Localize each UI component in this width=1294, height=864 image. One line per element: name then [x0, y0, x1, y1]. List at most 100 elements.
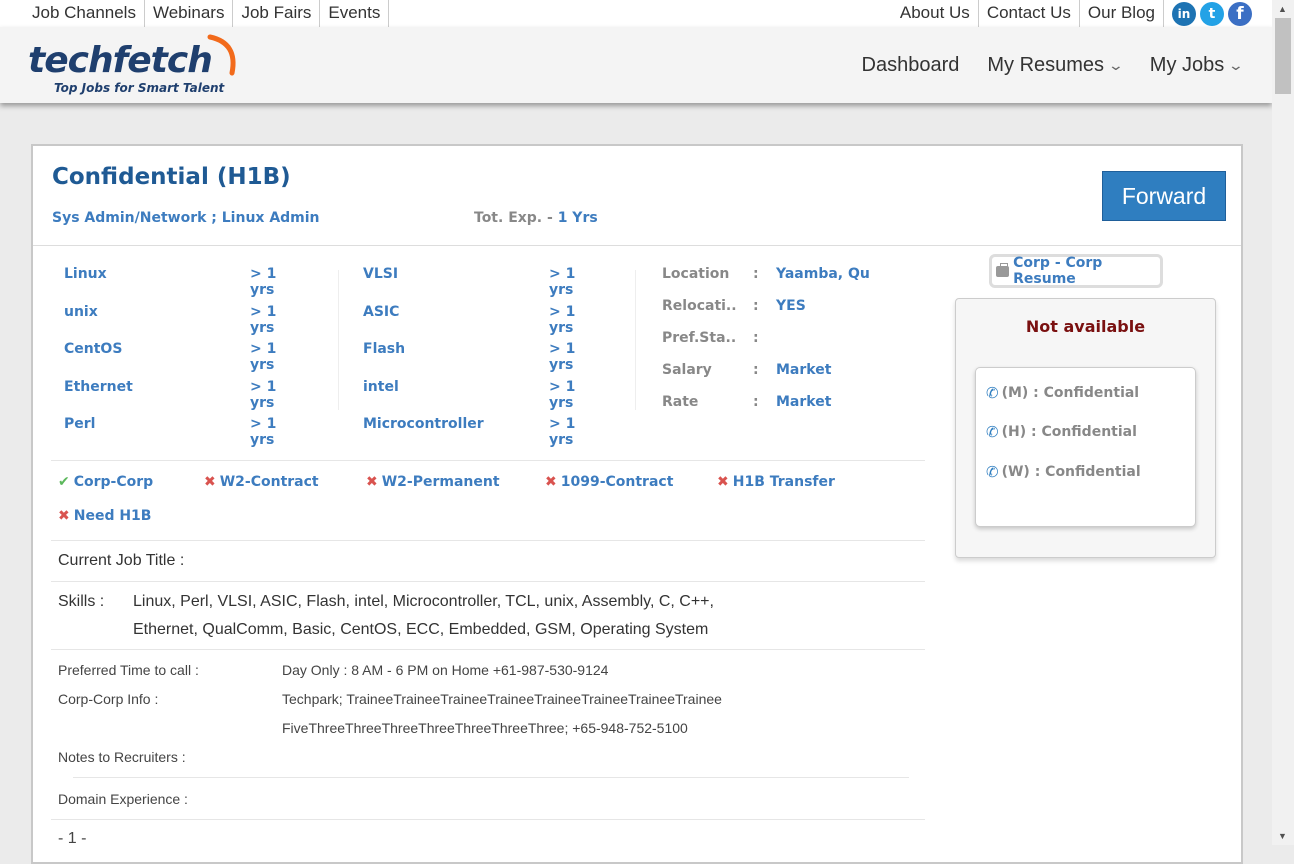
type-label: H1B Transfer — [732, 474, 835, 490]
skill-name: intel — [363, 378, 399, 395]
logo-swoosh-icon — [207, 34, 236, 76]
nav-my-resumes-label: My Resumes — [987, 54, 1105, 76]
divider — [51, 540, 925, 541]
job-fairs-link[interactable]: Job Fairs — [233, 0, 321, 27]
candidate-info: Location: Yaamba, Qu Relocati...: YES Pref… — [662, 266, 922, 426]
events-link[interactable]: Events — [320, 0, 390, 27]
skills-column-left: Linux > 1 yrs unix > 1 yrs CentOS > 1 yrs E… — [64, 266, 304, 454]
scroll-down-arrow-icon[interactable]: ▼ — [1278, 831, 1287, 841]
type-label: 1099-Contract — [560, 474, 674, 490]
corp-corp-resume-badge[interactable]: Corp - Corp Resume — [989, 254, 1163, 288]
column-divider — [635, 270, 636, 410]
notes-label: Notes to Recruiters : — [58, 749, 186, 765]
skill-row: ASIC > 1 yrs — [363, 304, 603, 342]
pref-time-value: Day Only : 8 AM - 6 PM on Home +61-987-5… — [282, 662, 609, 678]
type-corp-corp: ✔ Corp-Corp — [58, 474, 153, 490]
phone-work: ✆ (W) : Confidential — [986, 463, 1141, 481]
skill-row: unix > 1 yrs — [64, 304, 304, 342]
info-pref-state: Pref.Sta...: — [662, 330, 922, 362]
info-rate: Rate: Market — [662, 394, 922, 426]
divider — [51, 649, 925, 650]
skill-years: > 1 yrs — [250, 303, 277, 336]
type-label: Need H1B — [73, 508, 152, 524]
type-1099-contract: ✖ 1099-Contract — [545, 474, 673, 490]
chevron-down-icon: ⌄ — [1107, 57, 1125, 73]
nav-my-jobs[interactable]: My Jobs ⌄ — [1150, 54, 1245, 77]
check-icon: ✔ — [58, 474, 70, 490]
about-us-link[interactable]: About Us — [892, 0, 979, 27]
type-need-h1b: ✖ Need H1B — [58, 508, 151, 524]
skill-name: unix — [64, 303, 98, 320]
divider — [51, 460, 925, 461]
skill-name: Linux — [64, 266, 107, 282]
twitter-icon[interactable]: t — [1200, 2, 1224, 26]
corp-info-label: Corp-Corp Info : — [58, 691, 159, 707]
nav-dashboard-label: Dashboard — [861, 54, 960, 76]
skill-name: VLSI — [363, 266, 399, 282]
cross-icon: ✖ — [204, 474, 216, 490]
info-colon: : — [753, 362, 759, 378]
scroll-up-arrow-icon[interactable]: ▲ — [1278, 4, 1287, 14]
facebook-icon[interactable]: f — [1228, 2, 1252, 26]
skill-years: > 1 yrs — [250, 416, 277, 448]
phone-icon: ✆ — [986, 384, 999, 402]
techfetch-logo[interactable]: techfetch Top Jobs for Smart Talent — [28, 34, 236, 95]
forward-button[interactable]: Forward — [1102, 171, 1226, 221]
skill-row: VLSI > 1 yrs — [363, 266, 603, 304]
skill-years: > 1 yrs — [549, 378, 576, 411]
info-colon: : — [753, 298, 759, 314]
info-relocation: Relocati...: YES — [662, 298, 922, 330]
nav-dashboard[interactable]: Dashboard — [862, 54, 960, 77]
top-links-right: About Us Contact Us Our Blog in t f — [892, 0, 1252, 27]
total-experience: Tot. Exp. - 1 Yrs — [474, 210, 598, 226]
type-label: Corp-Corp — [73, 474, 154, 490]
skill-name: Flash — [363, 341, 406, 357]
info-colon: : — [753, 330, 759, 346]
total-experience-label: Tot. Exp. - — [474, 210, 558, 226]
skill-row: CentOS > 1 yrs — [64, 341, 304, 379]
cross-icon: ✖ — [545, 474, 557, 490]
skill-name: Ethernet — [64, 378, 133, 395]
linkedin-icon[interactable]: in — [1172, 2, 1196, 26]
skill-name: Microcontroller — [363, 416, 484, 432]
our-blog-link[interactable]: Our Blog — [1080, 0, 1164, 27]
skill-years: > 1 yrs — [549, 416, 576, 448]
contact-box: Not available ✆ (M) : Confidential ✆ (H) :… — [955, 298, 1216, 558]
skills-line-2: Ethernet, QualComm, Basic, CentOS, ECC, … — [133, 621, 709, 638]
type-h1b-transfer: ✖ H1B Transfer — [717, 474, 835, 490]
main-nav: Dashboard My Resumes ⌄ My Jobs ⌄ — [862, 54, 1245, 77]
current-job-title-label: Current Job Title : — [58, 552, 185, 569]
logo-tagline: Top Jobs for Smart Talent — [54, 81, 225, 95]
divider — [51, 819, 925, 820]
nav-my-resumes[interactable]: My Resumes ⌄ — [987, 54, 1125, 77]
info-value: Market — [776, 394, 832, 410]
info-label: Salary — [662, 362, 712, 378]
briefcase-icon — [996, 262, 1010, 277]
webinars-link[interactable]: Webinars — [145, 0, 234, 27]
scrollbar-thumb[interactable] — [1275, 18, 1291, 94]
phone-mobile: ✆ (M) : Confidential — [986, 384, 1139, 402]
not-available-text: Not available — [1025, 317, 1146, 336]
skills-column-right: VLSI > 1 yrs ASIC > 1 yrs Flash > 1 yrs int… — [363, 266, 603, 454]
skill-row: Flash > 1 yrs — [363, 341, 603, 379]
skill-name: Perl — [64, 416, 96, 432]
cross-icon: ✖ — [366, 474, 378, 490]
skill-name: CentOS — [64, 341, 123, 357]
social-links: in t f — [1172, 2, 1252, 26]
total-experience-value: 1 Yrs — [557, 210, 598, 226]
phone-icon: ✆ — [986, 423, 999, 441]
contact-us-link[interactable]: Contact Us — [979, 0, 1080, 27]
job-channels-link[interactable]: Job Channels — [24, 0, 145, 27]
page-scrollbar[interactable]: ▲ ▼ — [1272, 0, 1294, 845]
type-w2-permanent: ✖ W2-Permanent — [366, 474, 500, 490]
phone-text: (H) : Confidential — [1001, 424, 1137, 440]
resume-card: Confidential (H1B) Sys Admin/Network ; L… — [31, 144, 1243, 864]
skill-row: Microcontroller > 1 yrs — [363, 416, 603, 454]
candidate-role: Sys Admin/Network ; Linux Admin — [52, 210, 320, 226]
top-links-bar: Job Channels Webinars Job Fairs Events A… — [0, 0, 1272, 27]
skill-row: intel > 1 yrs — [363, 379, 603, 417]
chevron-down-icon: ⌄ — [1227, 57, 1245, 73]
skill-row: Ethernet > 1 yrs — [64, 379, 304, 417]
page-marker: - 1 - — [58, 830, 87, 847]
skills-label: Skills : — [58, 593, 105, 610]
